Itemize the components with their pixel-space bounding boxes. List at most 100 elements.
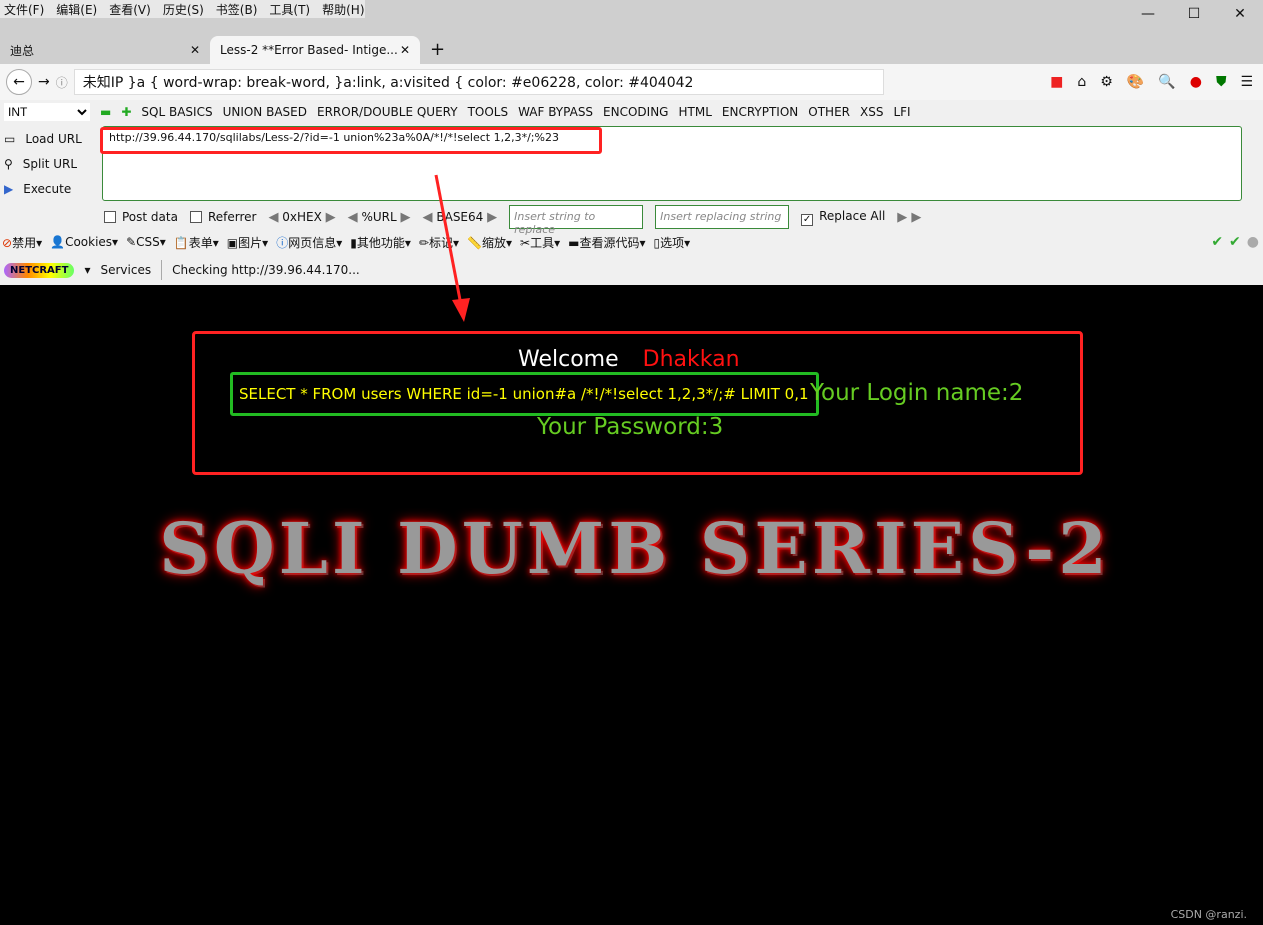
menu-edit[interactable]: 编辑(E) — [56, 1, 97, 18]
plus-icon[interactable]: ✚ — [121, 105, 131, 119]
new-tab-button[interactable]: + — [420, 36, 455, 64]
watermark: CSDN @ranzi. — [1170, 908, 1247, 921]
url-encode[interactable]: ◀ %URL ▶ — [348, 210, 411, 225]
type-select[interactable]: INT — [4, 103, 90, 121]
dropdown-icon[interactable]: ▾ — [84, 263, 90, 277]
split-icon: ⚲ — [4, 156, 13, 171]
page-content: Welcome Dhakkan SELECT * FROM users WHERE… — [0, 285, 1263, 925]
flag-icon: ■ — [1050, 74, 1064, 90]
menu-union-based[interactable]: UNION BASED — [223, 105, 307, 119]
load-icon: ▭ — [4, 131, 16, 146]
referrer-checkbox[interactable]: Referrer — [189, 210, 256, 224]
tab-1[interactable]: 迪总 ✕ — [0, 36, 210, 64]
webdev-forms[interactable]: 📋表单▾ — [174, 234, 219, 251]
password: Your Password:3 — [537, 414, 724, 440]
webdev-resize[interactable]: 📏缩放▾ — [467, 234, 512, 251]
tab-bar: 迪总 ✕ Less-2 **Error Based- Intige... ✕ + — [0, 36, 1263, 64]
address-text: 未知IP }a { word-wrap: break-word, }a:link… — [82, 75, 694, 91]
back-icon[interactable]: ← — [6, 69, 32, 95]
menu-encryption[interactable]: ENCRYPTION — [722, 105, 798, 119]
minimize-button[interactable]: — — [1125, 0, 1171, 28]
execute-button[interactable]: ▶ Execute — [0, 176, 100, 201]
webdev-disable[interactable]: ⊘禁用▾ — [2, 234, 42, 251]
hackbar-options: Post data Referrer ◀ 0xHEX ▶ ◀ %URL ▶ ◀ … — [104, 205, 921, 236]
login-name: Your Login name:2 — [810, 380, 1024, 406]
menu-waf-bypass[interactable]: WAF BYPASS — [518, 105, 593, 119]
user-name: Dhakkan — [642, 347, 740, 372]
replace-all-checkbox[interactable]: ✓ Replace All — [801, 209, 885, 226]
forward-icon[interactable]: → — [38, 74, 50, 90]
hamburger-menu-icon[interactable]: ☰ — [1240, 74, 1253, 90]
menu-bar: 文件(F) 编辑(E) 查看(V) 历史(S) 书签(B) 工具(T) 帮助(H… — [0, 0, 365, 18]
menu-help[interactable]: 帮助(H) — [322, 1, 364, 18]
webdev-options[interactable]: ▯选项▾ — [654, 234, 691, 251]
abp-icon[interactable]: ● — [1190, 74, 1202, 90]
hackbar-menu: INT ▬ ✚ SQL BASICS UNION BASED ERROR/DOU… — [0, 100, 1263, 124]
nav-bar: ← → ⓘ 未知IP }a { word-wrap: break-word, }… — [0, 64, 1263, 100]
menu-history[interactable]: 历史(S) — [163, 1, 204, 18]
zoom-icon[interactable]: 🔍 — [1158, 74, 1175, 90]
load-url-button[interactable]: ▭ Load URL — [0, 126, 100, 151]
services-menu[interactable]: Services — [100, 263, 151, 277]
browser-chrome: 文件(F) 编辑(E) 查看(V) 历史(S) 书签(B) 工具(T) 帮助(H… — [0, 0, 1263, 285]
hackbar-actions: ▭ Load URL ⚲ Split URL ▶ Execute — [0, 126, 100, 201]
label: Load URL — [25, 131, 82, 146]
webdev-images[interactable]: ▣图片▾ — [227, 234, 268, 251]
webdev-css[interactable]: ✎CSS▾ — [126, 235, 166, 249]
close-tab-icon[interactable]: ✕ — [190, 43, 200, 57]
arrow-icon[interactable]: ▶ ▶ — [897, 210, 921, 225]
menu-error-double[interactable]: ERROR/DOUBLE QUERY — [317, 105, 458, 119]
webdev-cookies[interactable]: 👤Cookies▾ — [50, 235, 118, 249]
sql-query: SELECT * FROM users WHERE id=-1 union#a … — [230, 372, 819, 416]
divider — [161, 260, 163, 280]
menu-file[interactable]: 文件(F) — [4, 1, 44, 18]
replace-string-input[interactable]: Insert string to replace — [509, 205, 644, 236]
base64-encode[interactable]: ◀ BASE64 ▶ — [423, 210, 498, 225]
netcraft-toolbar: NETCRAFT ▾ Services Checking http://39.9… — [0, 258, 1263, 282]
webdev-misc[interactable]: ▮其他功能▾ — [350, 234, 411, 251]
netcraft-logo[interactable]: NETCRAFT — [4, 262, 75, 278]
webdev-info[interactable]: ⓘ网页信息▾ — [276, 234, 342, 251]
split-url-button[interactable]: ⚲ Split URL — [0, 151, 100, 176]
check-icon: ✔ — [1211, 234, 1224, 250]
status-checks: ✔ ✔ ● — [1211, 234, 1259, 250]
webdev-toolbar: ⊘禁用▾ 👤Cookies▾ ✎CSS▾ 📋表单▾ ▣图片▾ ⓘ网页信息▾ ▮其… — [0, 232, 690, 252]
settings-icon[interactable]: ⚙ — [1100, 74, 1113, 90]
welcome-text: Welcome Dhakkan — [518, 347, 740, 372]
menu-sql-basics[interactable]: SQL BASICS — [141, 105, 212, 119]
close-window-button[interactable]: ✕ — [1217, 0, 1263, 28]
close-tab-icon[interactable]: ✕ — [400, 43, 410, 57]
menu-view[interactable]: 查看(V) — [109, 1, 151, 18]
maximize-button[interactable]: ☐ — [1171, 0, 1217, 28]
minus-icon[interactable]: ▬ — [100, 105, 111, 119]
home-icon[interactable]: ⌂ — [1077, 74, 1086, 90]
menu-other[interactable]: OTHER — [808, 105, 850, 119]
circle-icon: ● — [1246, 234, 1259, 250]
tab-2-active[interactable]: Less-2 **Error Based- Intige... ✕ — [210, 36, 420, 64]
window-controls: — ☐ ✕ — [1125, 0, 1263, 28]
check-icon: ✔ — [1229, 234, 1241, 250]
label: Execute — [23, 181, 72, 196]
post-data-checkbox[interactable]: Post data — [104, 210, 178, 224]
info-icon[interactable]: ⓘ — [56, 74, 68, 91]
menu-encoding[interactable]: ENCODING — [603, 105, 668, 119]
webdev-tools[interactable]: ✂工具▾ — [520, 234, 560, 251]
tab-label: 迪总 — [10, 43, 35, 58]
menu-lfi[interactable]: LFI — [893, 105, 910, 119]
address-bar[interactable]: 未知IP }a { word-wrap: break-word, }a:link… — [73, 69, 884, 95]
replacing-string-input[interactable]: Insert replacing string — [655, 205, 790, 229]
palette-icon[interactable]: 🎨 — [1127, 74, 1144, 90]
menu-tools[interactable]: TOOLS — [468, 105, 509, 119]
hex-encode[interactable]: ◀ 0xHEX ▶ — [268, 210, 335, 225]
menu-html[interactable]: HTML — [678, 105, 711, 119]
shield-icon[interactable]: ⛊ — [1216, 74, 1227, 90]
url-highlight-box — [100, 127, 602, 154]
play-icon: ▶ — [4, 181, 14, 196]
menu-tools[interactable]: 工具(T) — [269, 1, 310, 18]
webdev-view-source[interactable]: ▬查看源代码▾ — [568, 234, 645, 251]
label: Split URL — [22, 156, 78, 171]
menu-bookmarks[interactable]: 书签(B) — [216, 1, 258, 18]
webdev-outline[interactable]: ✏标记▾ — [419, 234, 459, 251]
netcraft-status: Checking http://39.96.44.170... — [172, 263, 360, 277]
menu-xss[interactable]: XSS — [860, 105, 883, 119]
